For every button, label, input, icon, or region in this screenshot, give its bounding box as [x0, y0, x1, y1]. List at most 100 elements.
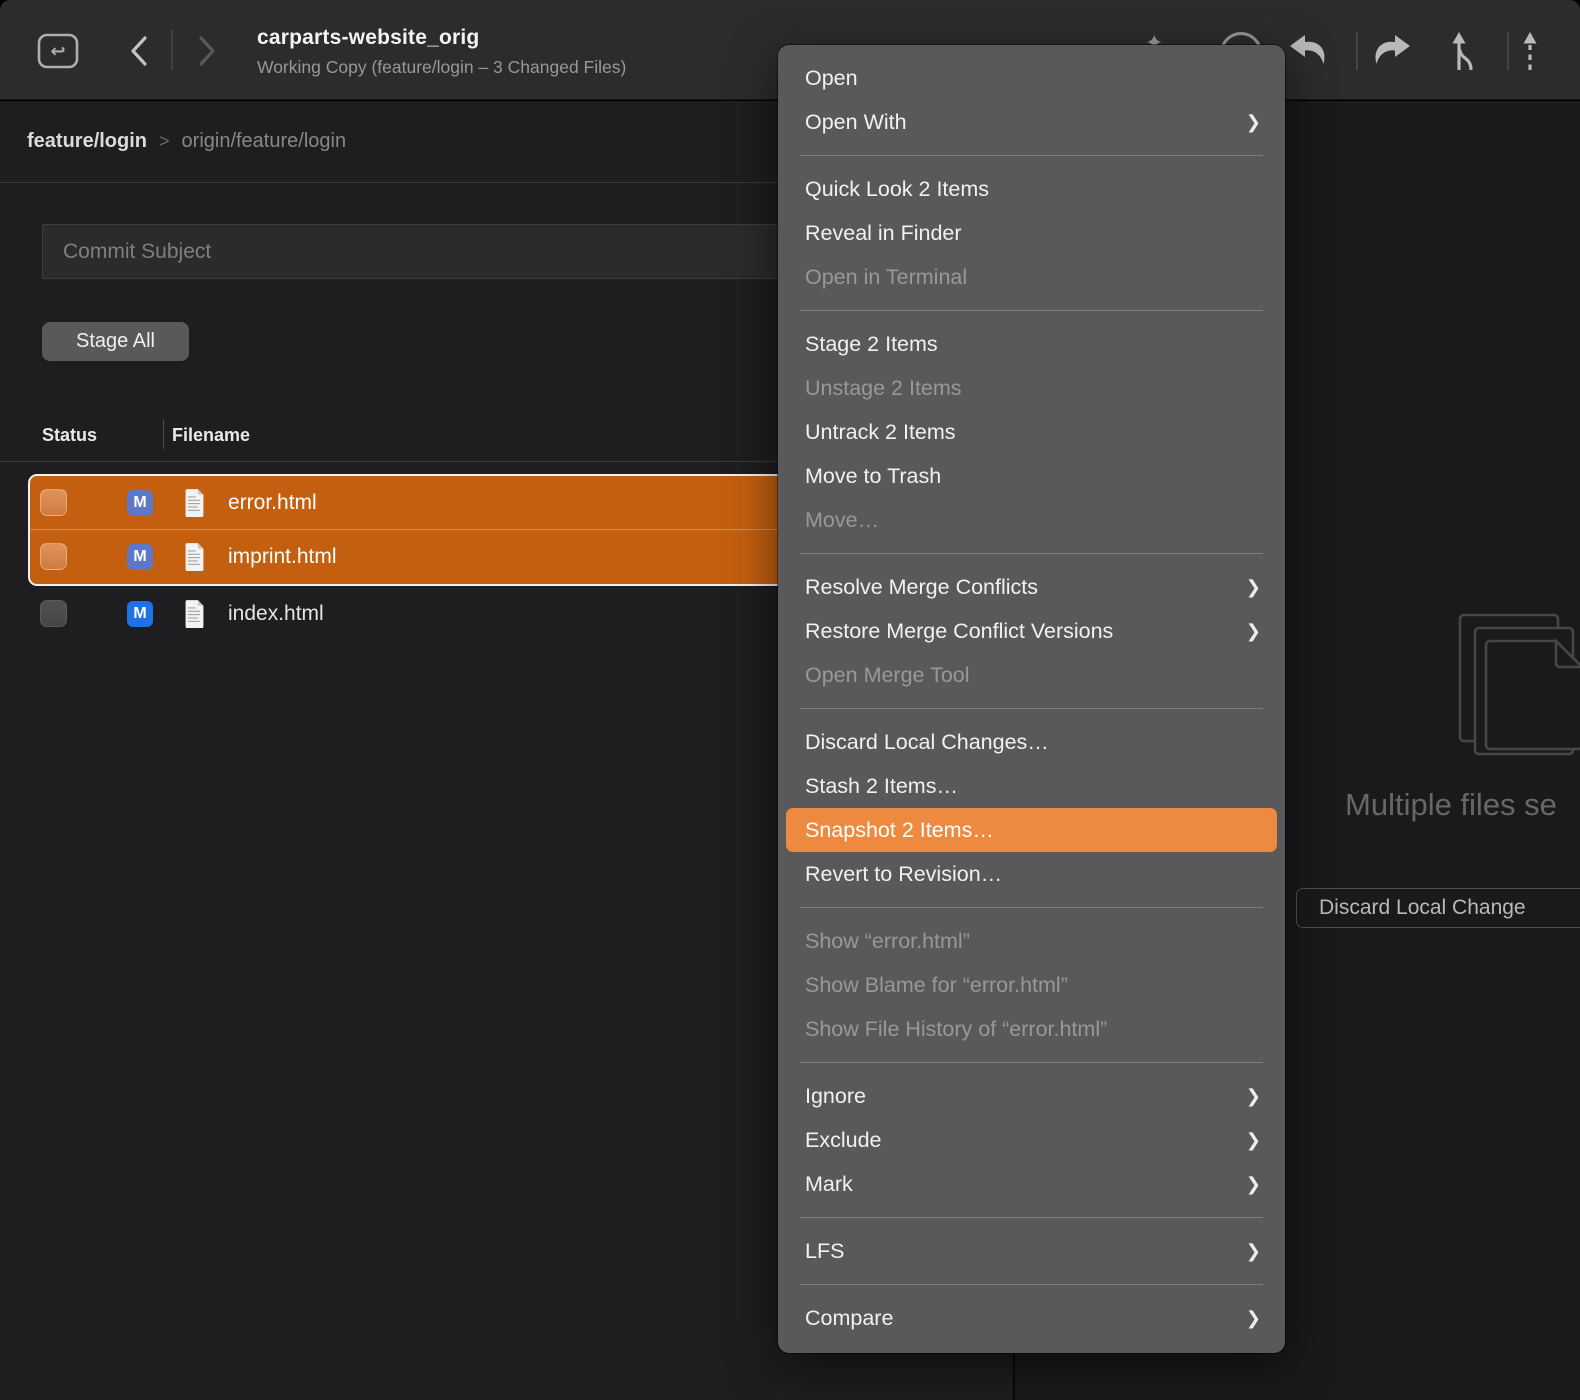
breadcrumb-local-branch[interactable]: feature/login — [27, 130, 147, 153]
menu-separator: ❯ — [800, 1062, 1263, 1063]
context-menu-item[interactable]: Show “error.html” ❯ — [778, 919, 1285, 963]
toolbar-divider — [1356, 32, 1358, 70]
context-menu-item[interactable]: Compare ❯ — [778, 1296, 1285, 1340]
context-menu-item[interactable]: Restore Merge Conflict Versions ❯ — [778, 609, 1285, 653]
breadcrumb-separator-icon: > — [159, 131, 170, 152]
context-menu-item-label: Move… — [805, 508, 879, 533]
context-menu: Open ❯ Open With ❯ ❯ Quick Look 2 Items … — [778, 45, 1285, 1353]
breadcrumb-remote-branch[interactable]: origin/feature/login — [182, 130, 347, 153]
context-menu-item[interactable]: Unstage 2 Items ❯ — [778, 366, 1285, 410]
document-icon — [183, 488, 206, 517]
context-menu-item[interactable]: Reveal in Finder ❯ — [778, 211, 1285, 255]
context-menu-item-label: Snapshot 2 Items… — [805, 818, 994, 843]
context-menu-item[interactable]: Move… ❯ — [778, 498, 1285, 542]
menu-separator: ❯ — [800, 1284, 1263, 1285]
document-icon — [183, 542, 206, 571]
context-menu-item-label: Resolve Merge Conflicts — [805, 575, 1038, 600]
menu-separator: ❯ — [800, 708, 1263, 709]
context-menu-item[interactable]: Open in Terminal ❯ — [778, 255, 1285, 299]
context-menu-item[interactable]: Stash 2 Items… ❯ — [778, 764, 1285, 808]
submenu-chevron-icon: ❯ — [1246, 621, 1261, 642]
menu-separator: ❯ — [800, 1217, 1263, 1218]
title-block: carparts-website_orig Working Copy (feat… — [257, 26, 626, 78]
forward-icon[interactable] — [194, 34, 220, 68]
context-menu-item-label: Stash 2 Items… — [805, 774, 958, 799]
context-menu-item[interactable]: Exclude ❯ — [778, 1118, 1285, 1162]
context-menu-item-label: Open Merge Tool — [805, 663, 970, 688]
submenu-chevron-icon: ❯ — [1246, 1130, 1261, 1151]
context-menu-item[interactable]: Untrack 2 Items ❯ — [778, 410, 1285, 454]
context-menu-item[interactable]: Discard Local Changes… ❯ — [778, 720, 1285, 764]
file-name: index.html — [228, 602, 324, 626]
merge-branch-icon[interactable] — [1450, 30, 1480, 72]
context-menu-item-label: Show File History of “error.html” — [805, 1017, 1107, 1042]
context-menu-item[interactable]: Resolve Merge Conflicts ❯ — [778, 565, 1285, 609]
context-menu-item-label: Ignore — [805, 1084, 866, 1109]
detail-message: Multiple files se — [1345, 787, 1557, 823]
context-menu-item[interactable]: Open Merge Tool ❯ — [778, 653, 1285, 697]
status-badge: M — [127, 601, 153, 627]
stage-checkbox[interactable] — [40, 543, 67, 570]
context-menu-item-label: Compare — [805, 1306, 893, 1331]
context-menu-item-label: Reveal in Finder — [805, 221, 962, 246]
stage-checkbox[interactable] — [40, 600, 67, 627]
context-menu-item-label: Open — [805, 66, 858, 91]
context-menu-item-label: Discard Local Changes… — [805, 730, 1049, 755]
context-menu-item-label: Unstage 2 Items — [805, 376, 962, 401]
column-header-status: Status — [42, 425, 97, 446]
status-badge: M — [127, 490, 153, 516]
window-title: carparts-website_orig — [257, 26, 626, 50]
context-menu-item[interactable]: Show File History of “error.html” ❯ — [778, 1007, 1285, 1051]
context-menu-item[interactable]: Move to Trash ❯ — [778, 454, 1285, 498]
context-menu-item[interactable]: Open ❯ — [778, 56, 1285, 100]
status-badge: M — [127, 544, 153, 570]
stash-icon[interactable] — [1520, 30, 1540, 72]
context-menu-item-label: Quick Look 2 Items — [805, 177, 989, 202]
menu-separator: ❯ — [800, 155, 1263, 156]
context-menu-item-label: LFS — [805, 1239, 844, 1264]
context-menu-item-label: Show “error.html” — [805, 929, 970, 954]
context-menu-item-label: Move to Trash — [805, 464, 941, 489]
submenu-chevron-icon: ❯ — [1246, 1086, 1261, 1107]
document-icon — [183, 599, 206, 628]
submenu-chevron-icon: ❯ — [1246, 1241, 1261, 1262]
context-menu-item[interactable]: Quick Look 2 Items ❯ — [778, 167, 1285, 211]
context-menu-item-label: Open in Terminal — [805, 265, 967, 290]
discard-local-changes-button[interactable]: Discard Local Change — [1296, 888, 1580, 928]
push-icon[interactable] — [1366, 32, 1412, 72]
multiple-files-icon — [1458, 613, 1580, 783]
file-name: error.html — [228, 491, 317, 515]
context-menu-item-label: Exclude — [805, 1128, 882, 1153]
context-menu-item-label: Show Blame for “error.html” — [805, 973, 1068, 998]
context-menu-item-label: Stage 2 Items — [805, 332, 938, 357]
stage-all-button[interactable]: Stage All — [42, 322, 189, 361]
context-menu-item-label: Untrack 2 Items — [805, 420, 956, 445]
menu-separator: ❯ — [800, 553, 1263, 554]
submenu-chevron-icon: ❯ — [1246, 577, 1261, 598]
submenu-chevron-icon: ❯ — [1246, 112, 1261, 133]
context-menu-item[interactable]: Mark ❯ — [778, 1162, 1285, 1206]
pull-icon[interactable] — [1288, 32, 1334, 72]
context-menu-item[interactable]: Ignore ❯ — [778, 1074, 1285, 1118]
context-menu-item[interactable]: LFS ❯ — [778, 1229, 1285, 1273]
context-menu-item[interactable]: Revert to Revision… ❯ — [778, 852, 1285, 896]
working-copy-icon[interactable]: ↩ — [36, 30, 80, 72]
context-menu-item-label: Restore Merge Conflict Versions — [805, 619, 1113, 644]
file-name: imprint.html — [228, 545, 337, 569]
context-menu-item[interactable]: Open With ❯ — [778, 100, 1285, 144]
context-menu-item-label: Revert to Revision… — [805, 862, 1002, 887]
context-menu-item-label: Open With — [805, 110, 907, 135]
column-divider — [163, 419, 164, 449]
context-menu-item[interactable]: Stage 2 Items ❯ — [778, 322, 1285, 366]
toolbar-divider — [171, 30, 173, 70]
submenu-chevron-icon: ❯ — [1246, 1308, 1261, 1329]
back-icon[interactable] — [126, 34, 152, 68]
stage-checkbox[interactable] — [40, 489, 67, 516]
column-header-filename: Filename — [172, 425, 250, 446]
window-subtitle: Working Copy (feature/login – 3 Changed … — [257, 57, 626, 78]
context-menu-item[interactable]: Snapshot 2 Items… ❯ — [786, 808, 1277, 852]
menu-separator: ❯ — [800, 310, 1263, 311]
app-window: ↩ carparts-website_orig Working Copy (fe… — [0, 0, 1580, 1400]
context-menu-item[interactable]: Show Blame for “error.html” ❯ — [778, 963, 1285, 1007]
svg-text:↩: ↩ — [50, 41, 65, 61]
